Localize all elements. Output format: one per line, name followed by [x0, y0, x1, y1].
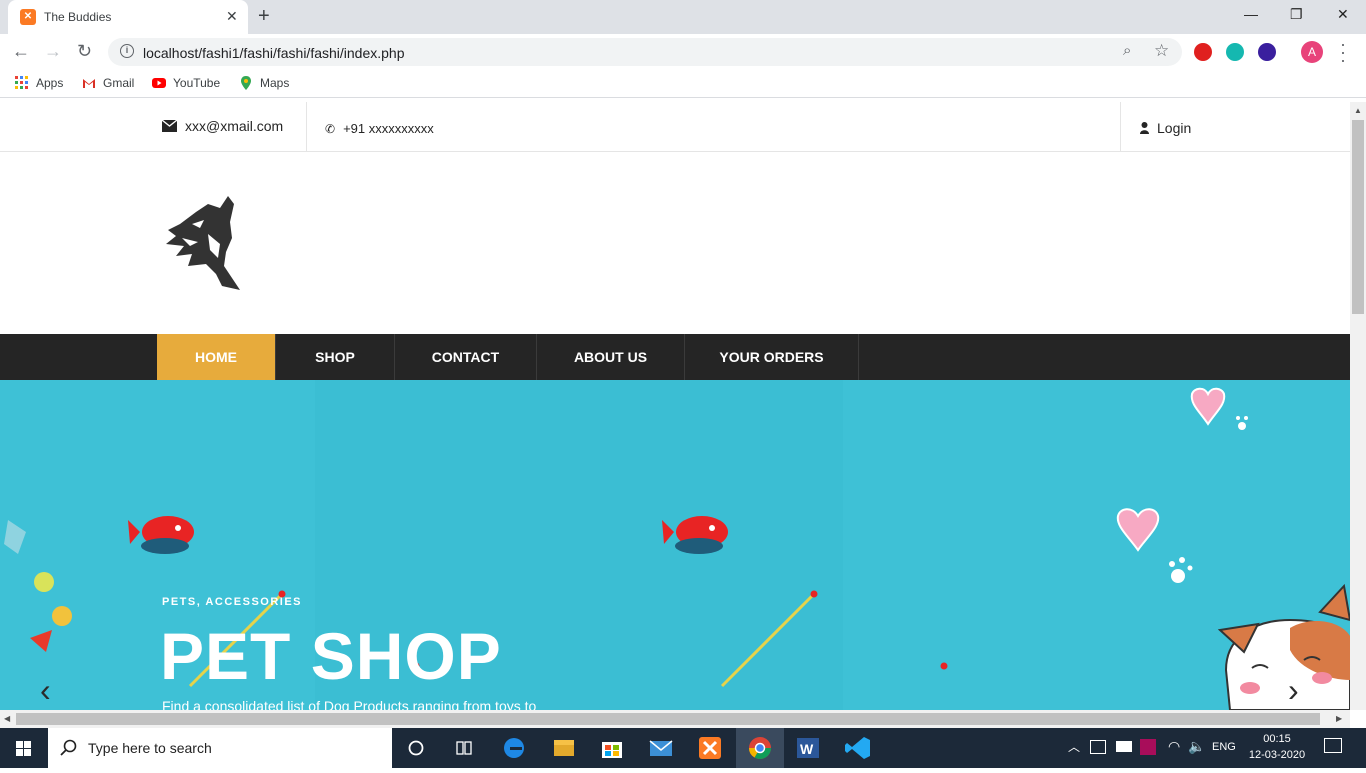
clock-date[interactable]: 12-03-2020 [1246, 749, 1308, 761]
bookmark-label: Apps [36, 76, 64, 90]
header-top-bar: xxx@xmail.com ✆ +91 xxxxxxxxxx Login [0, 102, 1350, 152]
bookmark-gmail[interactable]: Gmail [82, 76, 134, 90]
login-link[interactable]: Login [1140, 120, 1191, 136]
back-arrow-icon[interactable]: ← [12, 41, 30, 62]
minimize-button[interactable]: — [1244, 6, 1258, 22]
scroll-right-icon[interactable]: ▶ [1336, 714, 1342, 723]
close-window-button[interactable]: ✕ [1337, 6, 1349, 23]
mail-icon[interactable] [637, 728, 685, 768]
hero-tag: PETS, ACCESSORIES [162, 596, 303, 608]
hero-description: Find a consolidated list of Dog Products… [162, 698, 537, 710]
header-email[interactable]: xxx@xmail.com [162, 118, 283, 134]
slider-next-arrow-icon[interactable]: › [1288, 672, 1299, 709]
address-bar[interactable]: i localhost/fashi1/fashi/fashi/fashi/ind… [108, 38, 1182, 66]
clock-time[interactable]: 00:15 [1252, 733, 1302, 745]
gmail-icon [83, 79, 95, 88]
tray-network-icon[interactable] [1090, 740, 1106, 754]
bookmark-label: Gmail [103, 76, 135, 90]
search-icon [60, 739, 77, 756]
maps-icon [241, 76, 251, 90]
new-tab-button[interactable]: + [258, 5, 270, 28]
user-icon [1140, 122, 1149, 134]
vertical-scrollbar[interactable]: ▲ [1350, 102, 1366, 710]
bookmark-maps[interactable]: Maps [239, 76, 289, 90]
bookmark-star-icon[interactable]: ☆ [1154, 41, 1169, 61]
bookmark-youtube[interactable]: YouTube [152, 76, 220, 90]
nav-your-orders[interactable]: YOUR ORDERS [685, 334, 859, 380]
forward-arrow-icon[interactable]: → [44, 41, 62, 62]
wolf-logo[interactable] [162, 194, 248, 290]
main-navigation: HOME SHOP CONTACT ABOUT US YOUR ORDERS [0, 334, 1350, 380]
cortana-icon[interactable] [392, 728, 440, 768]
tab-title: The Buddies [44, 10, 112, 24]
header-phone[interactable]: ✆ +91 xxxxxxxxxx [325, 121, 434, 136]
email-text: xxx@xmail.com [185, 118, 284, 134]
youtube-icon [152, 78, 166, 88]
fish-illustration [128, 516, 194, 554]
phone-text: +91 xxxxxxxxxx [343, 121, 434, 136]
bookmark-label: YouTube [173, 76, 221, 90]
tab-close-icon[interactable]: ✕ [226, 8, 238, 25]
edge-icon[interactable] [490, 728, 538, 768]
word-icon[interactable]: W [784, 728, 832, 768]
language-indicator[interactable]: ENG [1212, 741, 1236, 753]
store-icon[interactable] [588, 728, 636, 768]
bookmarks-bar: Apps Gmail YouTube Maps [0, 70, 1366, 98]
notifications-icon[interactable] [1324, 738, 1342, 753]
phone-icon: ✆ [325, 121, 336, 136]
adblock-extension-icon[interactable] [1194, 43, 1212, 61]
volume-icon[interactable]: 🔈 [1188, 738, 1205, 755]
horizontal-scrollbar[interactable]: ◀ ▶ [0, 710, 1350, 728]
flowers-illustration [4, 520, 72, 652]
search-placeholder: Type here to search [88, 740, 212, 756]
slider-prev-arrow-icon[interactable]: ‹ [40, 672, 51, 709]
url-text[interactable]: localhost/fashi1/fashi/fashi/fashi/index… [143, 45, 405, 61]
start-button[interactable] [0, 728, 48, 768]
envelope-icon [162, 120, 177, 132]
page-viewport: xxx@xmail.com ✆ +91 xxxxxxxxxx Login HOM… [0, 102, 1350, 710]
tray-app-icon[interactable] [1140, 739, 1156, 755]
horizontal-scroll-thumb[interactable] [16, 713, 1320, 725]
windows-taskbar: Type here to search W ︿ ◠ 🔈 ENG 00:15 12… [0, 728, 1366, 768]
wifi-icon[interactable]: ◠ [1168, 738, 1180, 755]
vertical-scroll-thumb[interactable] [1352, 120, 1364, 314]
xampp-favicon-icon: ✕ [20, 9, 36, 25]
extension-m-icon[interactable] [1226, 43, 1244, 61]
info-icon[interactable]: i [120, 44, 134, 58]
browser-tab[interactable]: ✕ The Buddies ✕ [8, 0, 248, 34]
hero-slider: PETS, ACCESSORIES PET SHOP Find a consol… [0, 380, 1350, 710]
dog-illustration [1217, 583, 1350, 710]
extension-diamond-icon[interactable] [1258, 43, 1276, 61]
login-label: Login [1157, 120, 1192, 136]
nav-home[interactable]: HOME [157, 334, 276, 380]
nav-shop[interactable]: SHOP [276, 334, 395, 380]
nav-contact[interactable]: CONTACT [395, 334, 537, 380]
bookmark-label: Maps [260, 76, 290, 90]
tray-battery-icon[interactable] [1116, 741, 1132, 752]
reload-icon[interactable]: ↻ [77, 41, 92, 62]
zoom-icon[interactable]: ⌕ [1123, 42, 1131, 59]
apps-grid-icon [15, 76, 28, 89]
task-view-icon[interactable] [440, 728, 488, 768]
hero-title: PET SHOP [160, 619, 502, 693]
divider [1120, 102, 1121, 152]
menu-kebab-icon[interactable]: · · · [1340, 35, 1346, 69]
windows-logo-icon [16, 741, 31, 756]
maximize-button[interactable]: ❐ [1290, 6, 1303, 23]
chrome-icon[interactable] [736, 728, 784, 768]
taskbar-search[interactable]: Type here to search [48, 728, 392, 768]
svg-text:W: W [800, 741, 814, 757]
browser-toolbar: ← → ↻ i localhost/fashi1/fashi/fashi/fas… [0, 34, 1366, 70]
file-explorer-icon[interactable] [540, 728, 588, 768]
xampp-icon[interactable] [686, 728, 734, 768]
scroll-up-icon[interactable]: ▲ [1354, 106, 1362, 115]
divider [306, 102, 307, 152]
tray-up-arrow-icon[interactable]: ︿ [1068, 738, 1080, 755]
bookmark-apps[interactable]: Apps [15, 76, 63, 90]
tab-strip: ✕ The Buddies ✕ + — ❐ ✕ [0, 0, 1366, 34]
vscode-icon[interactable] [834, 728, 882, 768]
profile-avatar[interactable]: A [1301, 41, 1323, 63]
nav-about-us[interactable]: ABOUT US [537, 334, 685, 380]
scroll-left-icon[interactable]: ◀ [4, 714, 10, 723]
